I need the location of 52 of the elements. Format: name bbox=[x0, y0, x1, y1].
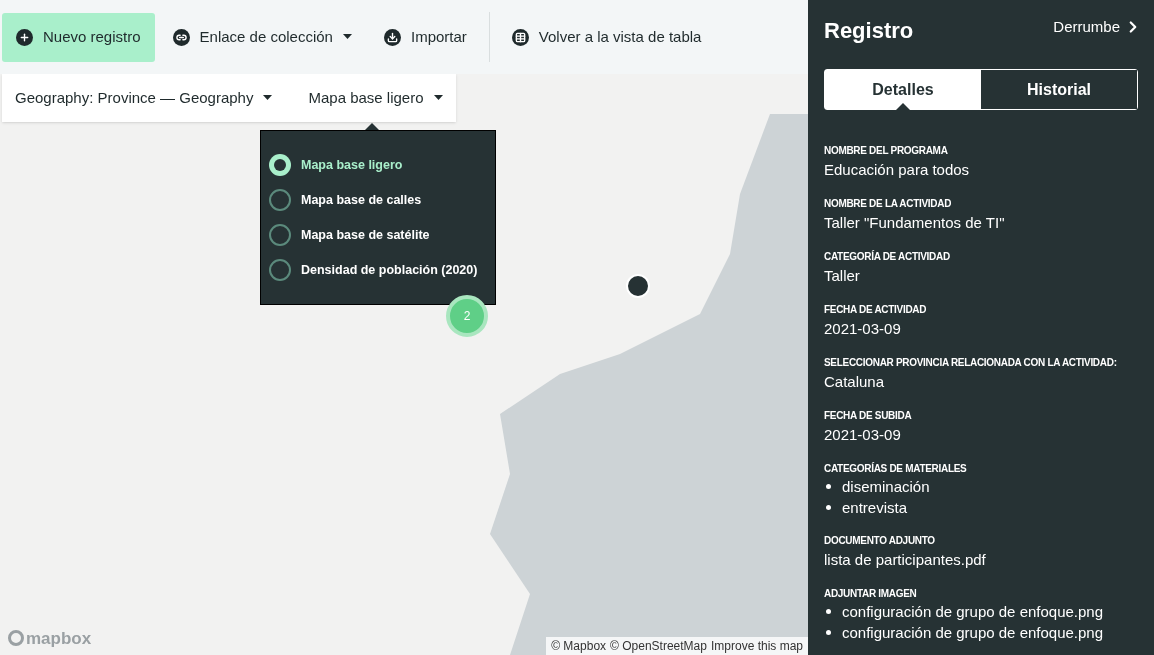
field-label: DOCUMENTO ADJUNTO bbox=[824, 534, 936, 548]
basemap-option[interactable]: Mapa base ligero bbox=[269, 154, 487, 176]
toolbar-button[interactable]: Importar bbox=[369, 12, 481, 62]
attribution-link[interactable]: Improve this map bbox=[710, 637, 803, 655]
basemap-option[interactable]: Densidad de población (2020) bbox=[269, 259, 487, 281]
collapse-link[interactable]: Derrumbe bbox=[1053, 16, 1142, 39]
field-label: ADJUNTAR IMAGEN bbox=[824, 587, 918, 601]
table-icon bbox=[511, 28, 529, 46]
toolbar-button[interactable]: Enlace de colección bbox=[158, 12, 366, 62]
attribution-link[interactable]: © Mapbox bbox=[551, 637, 607, 655]
download-icon bbox=[383, 28, 401, 46]
basemap-option[interactable]: Mapa base de calles bbox=[269, 189, 487, 211]
list-item: diseminación bbox=[842, 477, 930, 497]
caret-icon bbox=[263, 95, 273, 101]
field-value: 2021-03-09 bbox=[824, 319, 902, 339]
toolbar-button[interactable]: Volver a la vista de tabla bbox=[497, 12, 716, 62]
sidebar-title: Registro bbox=[824, 17, 914, 45]
field-label: NOMBRE DEL PROGRAMA bbox=[824, 144, 949, 158]
radio-button[interactable] bbox=[269, 259, 291, 281]
mapbox-logo: mapbox bbox=[8, 625, 92, 651]
bullet-icon bbox=[826, 609, 831, 614]
tab[interactable]: Detalles bbox=[825, 70, 981, 109]
field-label: CATEGORÍA DE ACTIVIDAD bbox=[824, 250, 951, 264]
bullet-icon bbox=[826, 505, 831, 510]
field-label: CATEGORÍAS DE MATERIALES bbox=[824, 462, 968, 476]
basemap-option[interactable]: Mapa base de satélite bbox=[269, 224, 487, 246]
radio-button[interactable] bbox=[269, 224, 291, 246]
geography-filter-dropdown[interactable]: Geography: Province — Geography bbox=[15, 86, 273, 110]
list-item: configuración de grupo de enfoque.png bbox=[842, 623, 1104, 643]
attribution-link[interactable]: © OpenStreetMap bbox=[610, 637, 707, 655]
field-label: NOMBRE DE LA ACTIVIDAD bbox=[824, 197, 953, 211]
field-value: Taller "Fundamentos de TI" bbox=[824, 213, 1006, 233]
field-value: Taller bbox=[824, 266, 861, 286]
field-value: Educación para todos bbox=[824, 160, 971, 180]
field-value: Cataluna bbox=[824, 372, 886, 392]
map-point-marker[interactable] bbox=[626, 274, 650, 298]
list-item: configuración de grupo de enfoque.png bbox=[842, 602, 1104, 622]
field-value: lista de participantes.pdf bbox=[824, 550, 987, 570]
field-label: FECHA DE ACTIVIDAD bbox=[824, 303, 928, 317]
radio-button[interactable] bbox=[269, 189, 291, 211]
field-label: FECHA DE SUBIDA bbox=[824, 409, 913, 423]
field-value: 2021-03-09 bbox=[824, 425, 902, 445]
bullet-icon bbox=[826, 484, 831, 489]
link-icon bbox=[172, 28, 190, 46]
caret-icon bbox=[433, 95, 443, 101]
toolbar-button[interactable]: Nuevo registro bbox=[2, 12, 155, 62]
bullet-icon bbox=[826, 630, 831, 635]
basemap-dropdown[interactable]: Mapa base ligero bbox=[308, 86, 443, 110]
add-icon bbox=[16, 28, 33, 46]
list-item: entrevista bbox=[842, 498, 908, 518]
field-label: SELECCIONAR PROVINCIA RELACIONADA CON LA ACTIVIDAD: bbox=[824, 356, 1118, 370]
radio-button[interactable] bbox=[269, 154, 291, 176]
